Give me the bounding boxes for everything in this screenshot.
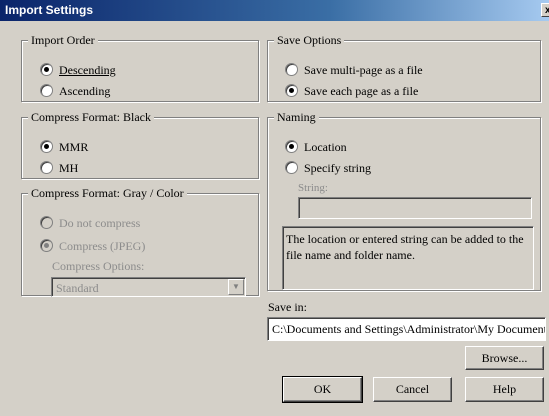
window-title: Import Settings: [5, 3, 94, 17]
compress-options-value: Standard: [56, 281, 99, 295]
radio-location-label: Location: [304, 140, 347, 154]
radio-location[interactable]: Location: [285, 139, 347, 155]
radio-do-not-compress[interactable]: Do not compress: [40, 215, 140, 231]
radio-do-not-compress-indicator[interactable]: [40, 216, 53, 229]
radio-mmr-label: MMR: [59, 140, 89, 154]
title-bar: Import Settings x: [0, 0, 549, 21]
radio-specify-string-indicator[interactable]: [285, 161, 298, 174]
save-in-input[interactable]: C:\Documents and Settings\Administrator\…: [267, 317, 546, 341]
close-button[interactable]: x: [541, 3, 549, 17]
radio-mh[interactable]: MH: [40, 160, 78, 176]
radio-ascending-indicator[interactable]: [40, 84, 53, 97]
naming-note: The location or entered string can be ad…: [282, 226, 534, 290]
radio-save-each-page-label: Save each page as a file: [304, 84, 419, 98]
string-label: String:: [298, 182, 328, 194]
compress-options-select[interactable]: Standard ▼: [51, 277, 246, 297]
compress-gray-legend: Compress Format: Gray / Color: [28, 186, 187, 201]
import-settings-dialog: Import Settings x Import Order Descendin…: [0, 0, 549, 416]
radio-save-multi-page[interactable]: Save multi-page as a file: [285, 62, 423, 78]
radio-descending-indicator[interactable]: [40, 63, 53, 76]
import-order-legend: Import Order: [28, 33, 98, 48]
radio-save-each-page[interactable]: Save each page as a file: [285, 83, 418, 99]
radio-mmr[interactable]: MMR: [40, 139, 88, 155]
save-options-group: Save Options Save multi-page as a file S…: [267, 33, 541, 102]
radio-compress-jpeg-label: Compress (JPEG): [59, 239, 146, 253]
radio-compress-jpeg-indicator[interactable]: [40, 239, 53, 252]
save-in-label: Save in:: [268, 300, 307, 314]
cancel-button[interactable]: Cancel: [373, 377, 452, 402]
radio-compress-jpeg[interactable]: Compress (JPEG): [40, 238, 145, 254]
radio-mh-label: MH: [59, 161, 79, 175]
compress-options-label: Compress Options:: [52, 259, 145, 273]
radio-descending-label: Descending: [59, 63, 116, 77]
radio-save-multi-page-indicator[interactable]: [285, 63, 298, 76]
help-button[interactable]: Help: [465, 377, 544, 402]
radio-ascending[interactable]: Ascending: [40, 83, 110, 99]
compress-black-group: Compress Format: Black MMR MH: [21, 110, 259, 179]
radio-save-multi-page-label: Save multi-page as a file: [304, 63, 423, 77]
string-input[interactable]: [298, 197, 532, 219]
ok-button[interactable]: OK: [282, 376, 363, 403]
radio-do-not-compress-label: Do not compress: [59, 216, 141, 230]
import-order-group: Import Order Descending Ascending: [21, 33, 259, 102]
radio-mmr-indicator[interactable]: [40, 140, 53, 153]
naming-group: Naming Location Specify string String: T…: [267, 110, 541, 291]
browse-button[interactable]: Browse...: [465, 346, 544, 370]
radio-specify-string[interactable]: Specify string: [285, 160, 371, 176]
chevron-down-icon[interactable]: ▼: [228, 279, 244, 295]
radio-location-indicator[interactable]: [285, 140, 298, 153]
compress-gray-group: Compress Format: Gray / Color Do not com…: [21, 186, 259, 297]
radio-mh-indicator[interactable]: [40, 161, 53, 174]
radio-save-each-page-indicator[interactable]: [285, 84, 298, 97]
radio-specify-string-label: Specify string: [304, 161, 371, 175]
radio-ascending-label: Ascending: [59, 84, 111, 98]
save-options-legend: Save Options: [274, 33, 345, 48]
radio-descending[interactable]: Descending: [40, 62, 116, 78]
compress-black-legend: Compress Format: Black: [28, 110, 154, 125]
naming-legend: Naming: [274, 110, 319, 125]
save-in-value: C:\Documents and Settings\Administrator\…: [272, 322, 546, 336]
